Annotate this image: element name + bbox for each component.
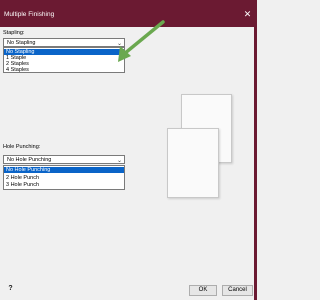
- ok-button[interactable]: OK: [189, 285, 217, 296]
- hole-punching-selected-value: No Hole Punching: [7, 157, 52, 163]
- help-icon[interactable]: ?: [6, 284, 15, 293]
- window-border: [254, 27, 257, 300]
- hole-punching-option-3-hole[interactable]: 3 Hole Punch: [4, 182, 124, 188]
- hole-punching-option-none[interactable]: No Hole Punching: [4, 167, 124, 173]
- hole-punching-dropdown: No Hole Punching 2 Hole Punch 3 Hole Pun…: [3, 165, 125, 190]
- window-title: Multiple Finishing: [4, 11, 55, 18]
- arrow-annotation-icon: [118, 20, 165, 62]
- stapling-selected-value: No Stapling: [7, 40, 36, 46]
- stapling-label: Stapling:: [3, 30, 25, 36]
- hole-punching-label: Hole Punching:: [3, 144, 41, 150]
- hole-punching-option-2-hole[interactable]: 2 Hole Punch: [4, 175, 124, 181]
- close-icon[interactable]: ✕: [242, 10, 253, 21]
- chevron-down-icon[interactable]: ⌄: [117, 157, 122, 164]
- paper-preview-icon: [167, 128, 219, 198]
- cancel-button[interactable]: Cancel: [222, 285, 253, 296]
- hole-punching-select[interactable]: No Hole Punching ⌄: [3, 155, 125, 164]
